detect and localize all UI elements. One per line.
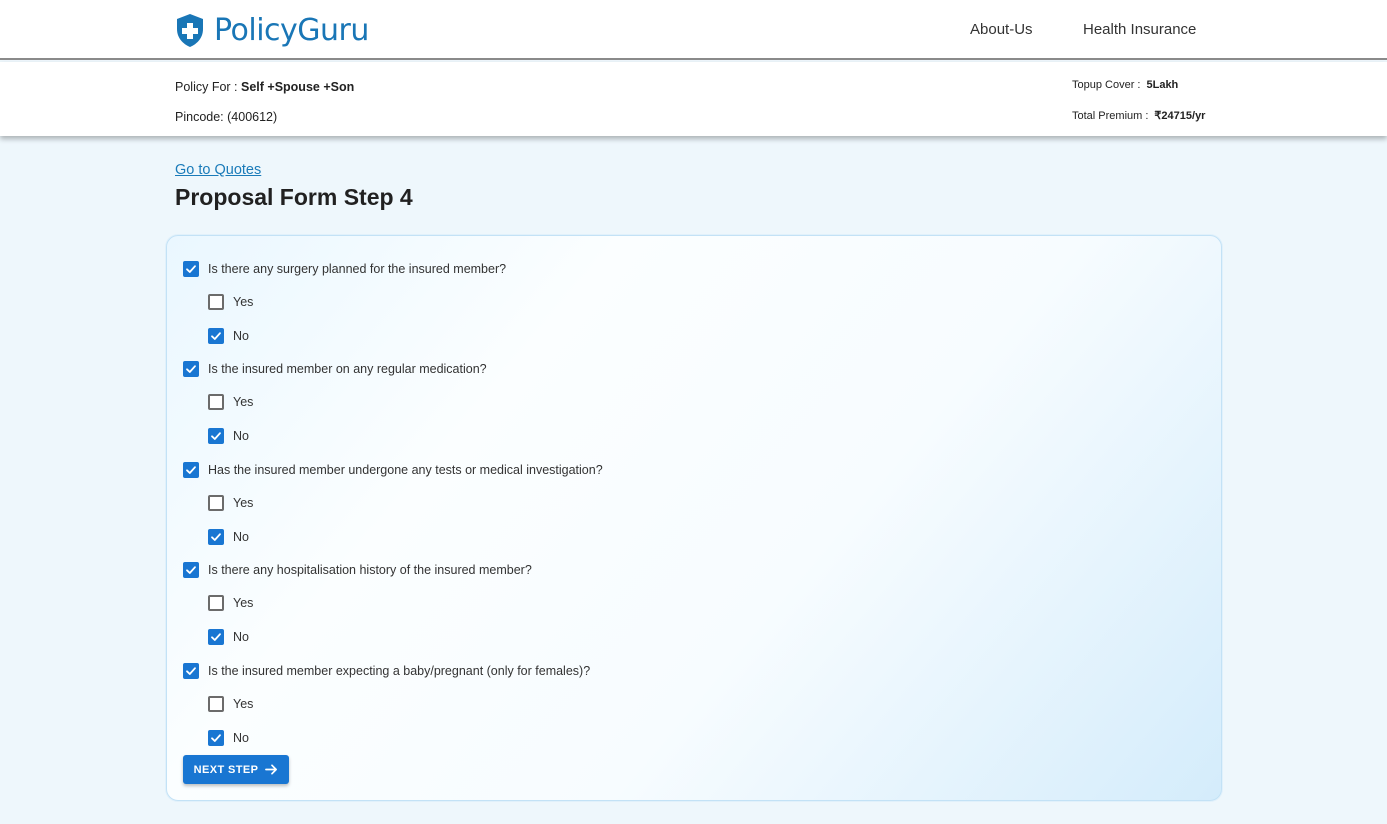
checkmark-icon (186, 667, 196, 675)
answer-label: Yes (233, 395, 254, 409)
checkmark-icon (211, 633, 221, 641)
checkmark-icon (186, 566, 196, 574)
page-title: Proposal Form Step 4 (175, 184, 413, 210)
answer-label: Yes (233, 295, 254, 309)
checkmark-icon (186, 265, 196, 273)
answer-option-no[interactable]: No (208, 428, 249, 444)
question-text: Is there any hospitalisation history of … (208, 563, 532, 577)
checkmark-icon (211, 432, 221, 440)
total-premium: Total Premium : ₹24715/yr (1072, 109, 1205, 122)
answer-label: Yes (233, 697, 254, 711)
answer-checkbox[interactable] (208, 629, 224, 645)
answer-option-no[interactable]: No (208, 328, 249, 344)
answer-option-no[interactable]: No (208, 529, 249, 545)
answer-option-yes[interactable]: Yes (208, 394, 253, 410)
question-text: Is there any surgery planned for the ins… (208, 262, 507, 276)
answer-checkbox[interactable] (208, 595, 224, 611)
answer-option-yes[interactable]: Yes (208, 294, 253, 310)
answer-label: Yes (233, 596, 254, 610)
pincode-label: Pincode: (175, 110, 228, 124)
answer-label: No (233, 530, 249, 544)
answer-checkbox[interactable] (208, 730, 224, 746)
question-checkbox[interactable] (183, 261, 199, 277)
answer-checkbox[interactable] (208, 328, 224, 344)
answer-label: No (233, 630, 249, 644)
total-premium-value: ₹24715/yr (1154, 110, 1206, 122)
policy-for-label: Policy For : (175, 80, 241, 94)
question-checkbox[interactable] (183, 361, 199, 377)
topup-cover-value: 5Lakh (1146, 79, 1179, 91)
next-step-label: NEXT STEP (193, 763, 259, 776)
topup-cover: Topup Cover : 5Lakh (1072, 79, 1178, 91)
question-checkbox[interactable] (183, 562, 199, 578)
next-step-button[interactable]: NEXT STEP (183, 755, 289, 784)
nav-about-us[interactable]: About-Us (970, 21, 1033, 38)
checkmark-icon (211, 533, 221, 541)
answer-label: No (233, 329, 249, 343)
checkmark-icon (186, 365, 196, 373)
question-row[interactable]: Is there any hospitalisation history of … (183, 562, 532, 578)
checkmark-icon (211, 734, 221, 742)
pincode-value: (400612) (227, 110, 278, 124)
top-navbar: PolicyGuru About-Us Health Insurance (0, 0, 1387, 60)
proposal-form-card: Is the insured member expecting a baby/p… (166, 235, 1222, 801)
answer-option-yes[interactable]: Yes (208, 696, 253, 712)
arrow-right-icon (265, 764, 278, 775)
topup-cover-label: Topup Cover : (1072, 79, 1141, 91)
checkmark-icon (186, 466, 196, 474)
question-text: Is the insured member expecting a baby/p… (208, 664, 591, 678)
answer-checkbox[interactable] (208, 495, 224, 511)
checkmark-icon (211, 332, 221, 340)
question-checkbox[interactable] (183, 462, 199, 478)
answer-checkbox[interactable] (208, 294, 224, 310)
answer-label: No (233, 429, 249, 443)
question-text: Has the insured member undergone any tes… (208, 463, 603, 477)
answer-label: No (233, 731, 249, 745)
go-to-quotes-link[interactable]: Go to Quotes (175, 162, 261, 178)
answer-option-yes[interactable]: Yes (208, 595, 253, 611)
answer-checkbox[interactable] (208, 394, 224, 410)
brand-name: PolicyGuru (214, 12, 369, 48)
answer-label: Yes (233, 496, 254, 510)
question-row[interactable]: Is the insured member on any regular med… (183, 361, 487, 377)
shield-plus-icon (177, 13, 203, 47)
total-premium-label: Total Premium : (1072, 110, 1149, 122)
answer-checkbox[interactable] (208, 529, 224, 545)
answer-option-yes[interactable]: Yes (208, 495, 253, 511)
answer-option-no[interactable]: No (208, 730, 249, 746)
answer-option-no[interactable]: No (208, 629, 249, 645)
question-text: Is the insured member on any regular med… (208, 362, 487, 376)
question-row[interactable]: Is there any surgery planned for the ins… (183, 261, 506, 277)
nav-health-insurance[interactable]: Health Insurance (1083, 21, 1196, 38)
policy-summary-bar: Policy For : Self +Spouse +Son Pincode: … (0, 62, 1387, 136)
brand-logo[interactable]: PolicyGuru (175, 12, 369, 48)
question-row[interactable]: Is the insured member expecting a baby/p… (183, 663, 590, 679)
question-checkbox[interactable] (183, 663, 199, 679)
pincode: Pincode: (400612) (175, 110, 277, 124)
answer-checkbox[interactable] (208, 696, 224, 712)
policy-for: Policy For : Self +Spouse +Son (175, 80, 354, 94)
question-row[interactable]: Has the insured member undergone any tes… (183, 462, 603, 478)
policy-for-value: Self +Spouse +Son (241, 80, 355, 94)
answer-checkbox[interactable] (208, 428, 224, 444)
